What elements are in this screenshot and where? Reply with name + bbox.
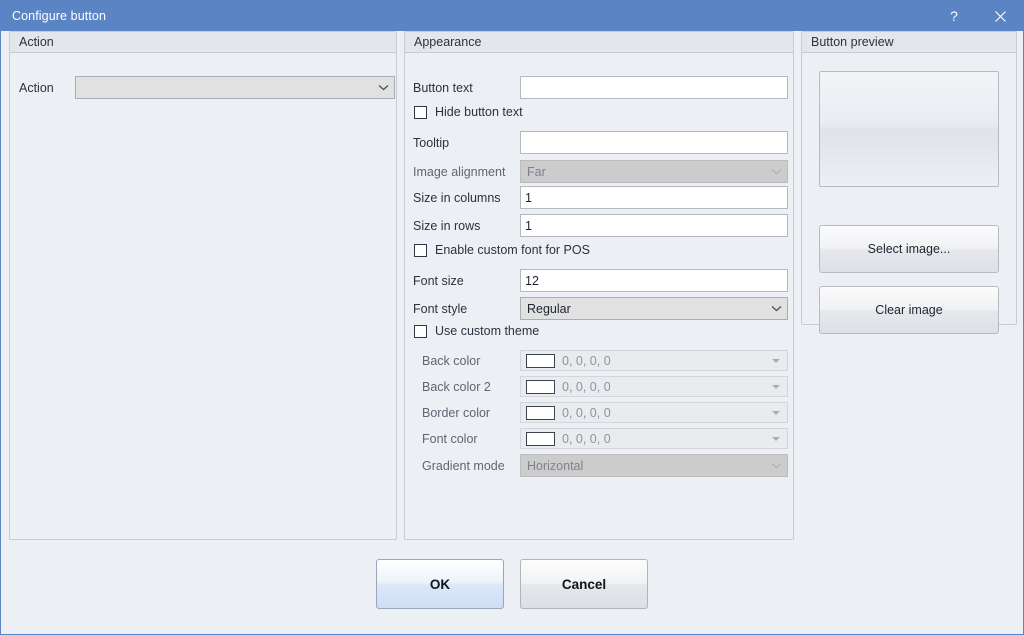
tooltip-row: Tooltip bbox=[413, 131, 788, 154]
chevron-down-icon bbox=[772, 385, 780, 389]
enable-custom-font-label: Enable custom font for POS bbox=[435, 243, 590, 257]
clear-image-button[interactable]: Clear image bbox=[819, 286, 999, 334]
font-style-value: Regular bbox=[527, 302, 769, 316]
size-in-columns-row: Size in columns bbox=[413, 186, 788, 209]
use-custom-theme-checkbox[interactable]: Use custom theme bbox=[414, 324, 539, 338]
hide-button-text-checkbox[interactable]: Hide button text bbox=[414, 105, 523, 119]
size-in-columns-label: Size in columns bbox=[413, 191, 520, 205]
border-color-row: Border color 0, 0, 0, 0 bbox=[422, 402, 788, 423]
size-in-rows-label: Size in rows bbox=[413, 219, 520, 233]
appearance-group: Appearance Button text Hide button text … bbox=[404, 31, 794, 540]
configure-button-dialog: Configure button ? Action Action bbox=[0, 0, 1024, 635]
gradient-mode-row: Gradient mode Horizontal bbox=[422, 454, 788, 477]
font-style-row: Font style Regular bbox=[413, 297, 788, 320]
appearance-group-title: Appearance bbox=[405, 32, 793, 53]
checkbox-box bbox=[414, 325, 427, 338]
ok-button[interactable]: OK bbox=[376, 559, 504, 609]
action-dropdown[interactable] bbox=[75, 76, 395, 99]
gradient-mode-dropdown[interactable]: Horizontal bbox=[520, 454, 788, 477]
image-alignment-row: Image alignment Far bbox=[413, 160, 788, 183]
color-swatch-icon bbox=[526, 432, 555, 446]
color-swatch-icon bbox=[526, 354, 555, 368]
font-style-label: Font style bbox=[413, 302, 520, 316]
font-color-value: 0, 0, 0, 0 bbox=[562, 432, 772, 446]
select-image-button[interactable]: Select image... bbox=[819, 225, 999, 273]
back-color-label: Back color bbox=[422, 354, 520, 368]
action-group-title: Action bbox=[10, 32, 396, 53]
action-label: Action bbox=[19, 81, 67, 95]
font-size-input[interactable] bbox=[520, 269, 788, 292]
hide-button-text-label: Hide button text bbox=[435, 105, 523, 119]
enable-custom-font-checkbox[interactable]: Enable custom font for POS bbox=[414, 243, 590, 257]
dialog-body: Action Action Appearance bbox=[1, 31, 1023, 634]
size-in-columns-input[interactable] bbox=[520, 186, 788, 209]
button-preview-group-title: Button preview bbox=[802, 32, 1016, 53]
button-text-label: Button text bbox=[413, 81, 520, 95]
image-alignment-label: Image alignment bbox=[413, 165, 520, 179]
back-color-2-row: Back color 2 0, 0, 0, 0 bbox=[422, 376, 788, 397]
checkbox-box bbox=[414, 244, 427, 257]
button-text-input[interactable] bbox=[520, 76, 788, 99]
gradient-mode-value: Horizontal bbox=[527, 459, 769, 473]
title-bar: Configure button ? bbox=[1, 1, 1023, 31]
chevron-down-icon bbox=[769, 302, 783, 316]
back-color-2-value: 0, 0, 0, 0 bbox=[562, 380, 772, 394]
image-alignment-dropdown[interactable]: Far bbox=[520, 160, 788, 183]
border-color-label: Border color bbox=[422, 406, 520, 420]
button-preview-group: Button preview Select image... Clear ima… bbox=[801, 31, 1017, 325]
tooltip-input[interactable] bbox=[520, 131, 788, 154]
tooltip-label: Tooltip bbox=[413, 136, 520, 150]
border-color-value: 0, 0, 0, 0 bbox=[562, 406, 772, 420]
close-icon[interactable] bbox=[977, 1, 1023, 31]
cancel-button[interactable]: Cancel bbox=[520, 559, 648, 609]
use-custom-theme-label: Use custom theme bbox=[435, 324, 539, 338]
chevron-down-icon bbox=[772, 437, 780, 441]
back-color-picker[interactable]: 0, 0, 0, 0 bbox=[520, 350, 788, 371]
back-color-value: 0, 0, 0, 0 bbox=[562, 354, 772, 368]
chevron-down-icon bbox=[769, 165, 783, 179]
border-color-picker[interactable]: 0, 0, 0, 0 bbox=[520, 402, 788, 423]
chevron-down-icon bbox=[376, 81, 390, 95]
back-color-2-label: Back color 2 bbox=[422, 380, 520, 394]
button-preview-box bbox=[819, 71, 999, 187]
back-color-2-picker[interactable]: 0, 0, 0, 0 bbox=[520, 376, 788, 397]
appearance-group-body: Button text Hide button text Tooltip Ima… bbox=[405, 53, 793, 539]
button-text-row: Button text bbox=[413, 76, 788, 99]
button-preview-group-body: Select image... Clear image bbox=[802, 53, 1016, 324]
chevron-down-icon bbox=[772, 411, 780, 415]
chevron-down-icon bbox=[769, 459, 783, 473]
back-color-row: Back color 0, 0, 0, 0 bbox=[422, 350, 788, 371]
font-style-dropdown[interactable]: Regular bbox=[520, 297, 788, 320]
font-size-label: Font size bbox=[413, 274, 520, 288]
color-swatch-icon bbox=[526, 380, 555, 394]
action-group: Action Action bbox=[9, 31, 397, 540]
chevron-down-icon bbox=[772, 359, 780, 363]
font-color-row: Font color 0, 0, 0, 0 bbox=[422, 428, 788, 449]
action-group-body: Action bbox=[10, 53, 396, 539]
font-color-label: Font color bbox=[422, 432, 520, 446]
window-title: Configure button bbox=[1, 9, 106, 23]
color-swatch-icon bbox=[526, 406, 555, 420]
gradient-mode-label: Gradient mode bbox=[422, 459, 520, 473]
size-in-rows-row: Size in rows bbox=[413, 214, 788, 237]
action-row: Action bbox=[19, 76, 395, 99]
checkbox-box bbox=[414, 106, 427, 119]
title-bar-buttons: ? bbox=[931, 1, 1023, 31]
font-size-row: Font size bbox=[413, 269, 788, 292]
image-alignment-value: Far bbox=[527, 165, 769, 179]
dialog-footer: OK Cancel bbox=[1, 544, 1023, 634]
help-icon[interactable]: ? bbox=[931, 1, 977, 31]
font-color-picker[interactable]: 0, 0, 0, 0 bbox=[520, 428, 788, 449]
size-in-rows-input[interactable] bbox=[520, 214, 788, 237]
